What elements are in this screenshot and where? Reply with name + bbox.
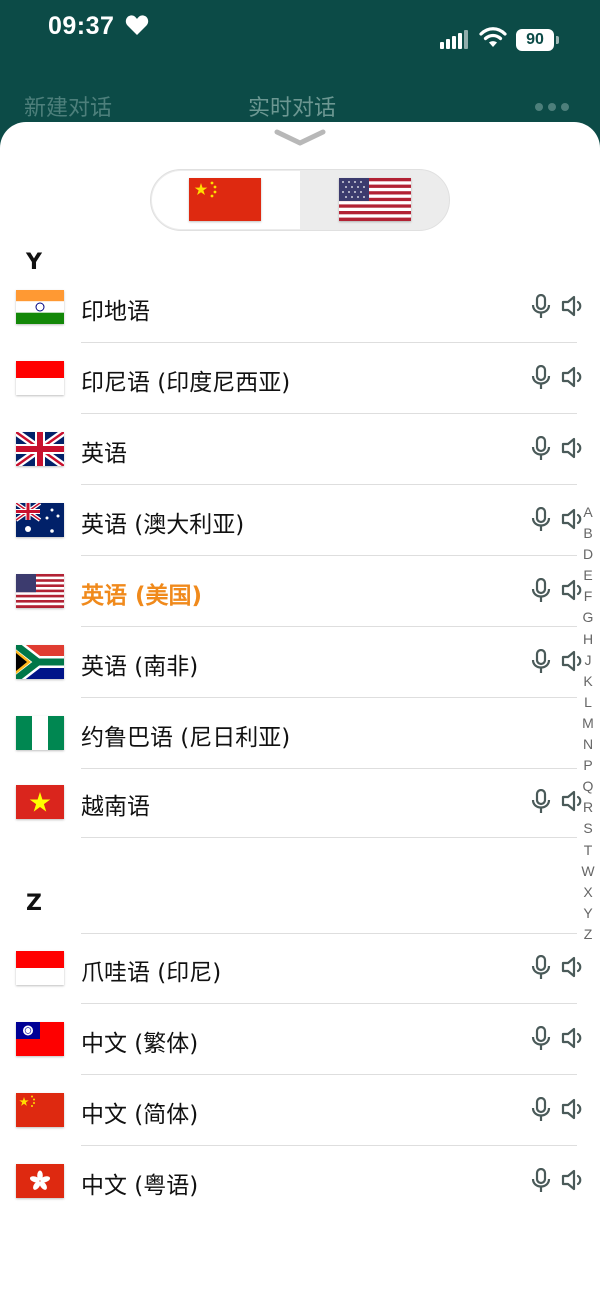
language-label: 越南语 [81, 794, 150, 820]
language-label-selected: 英语 (美国) [81, 583, 203, 609]
language-label: 中文 (粤语) [81, 1173, 199, 1199]
language-row-yoruba[interactable]: 约鲁巴语 (尼日利亚) [0, 698, 600, 768]
new-chat-tab[interactable]: 新建对话 [24, 90, 112, 122]
language-label: 印尼语 (印度尼西亚) [81, 370, 291, 396]
index-letter[interactable]: M [579, 713, 597, 734]
flag-australia-icon [16, 503, 64, 537]
index-letter[interactable]: S [579, 818, 597, 839]
index-letter[interactable]: F [579, 586, 597, 607]
row-divider [81, 837, 577, 838]
language-row-chinese-traditional[interactable]: 中文 (繁体) [0, 1004, 600, 1074]
language-label: 约鲁巴语 (尼日利亚) [81, 725, 291, 751]
speaker-icon[interactable] [561, 294, 585, 318]
language-label: 英语 (南非) [81, 654, 199, 680]
language-row-english[interactable]: 英语 [0, 414, 600, 484]
speaker-icon[interactable] [561, 1168, 585, 1192]
language-row-cantonese[interactable]: 中文 (粤语) [0, 1146, 600, 1216]
speaker-icon[interactable] [561, 1097, 585, 1121]
index-letter[interactable]: W [579, 861, 597, 882]
flag-usa-icon [339, 178, 411, 221]
live-chat-tab[interactable]: 实时对话 [248, 90, 336, 122]
index-letter[interactable]: J [579, 650, 597, 671]
speaker-icon[interactable] [561, 1026, 585, 1050]
alphabet-index[interactable]: A B D E F G H J K L M N P Q R S T W X Y … [579, 502, 597, 945]
index-letter[interactable]: Y [579, 903, 597, 924]
status-time: 09:37 [48, 12, 115, 40]
language-label: 英语 [81, 441, 127, 467]
microphone-icon[interactable] [530, 436, 552, 462]
microphone-icon[interactable] [530, 507, 552, 533]
index-letter[interactable]: D [579, 544, 597, 565]
flag-usa-icon [16, 574, 64, 608]
index-letter[interactable]: B [579, 523, 597, 544]
flag-taiwan-icon [16, 1022, 64, 1056]
language-label: 爪哇语 (印尼) [81, 960, 222, 986]
flag-vietnam-icon [16, 785, 64, 819]
microphone-icon[interactable] [530, 294, 552, 320]
microphone-icon[interactable] [530, 789, 552, 815]
heart-icon [125, 15, 149, 35]
wifi-icon [479, 27, 507, 47]
language-label: 英语 (澳大利亚) [81, 512, 245, 538]
index-letter[interactable]: Q [579, 776, 597, 797]
flag-india-icon [16, 290, 64, 324]
flag-hong-kong-icon [16, 1164, 64, 1198]
battery-tip [556, 36, 559, 44]
language-label: 印地语 [81, 299, 150, 325]
index-letter[interactable]: P [579, 755, 597, 776]
microphone-icon[interactable] [530, 578, 552, 604]
flag-south-africa-icon [16, 645, 64, 679]
language-row-english-south-africa[interactable]: 英语 (南非) [0, 627, 600, 697]
speaker-icon[interactable] [561, 365, 585, 389]
language-row-english-usa[interactable]: 英语 (美国) [0, 556, 600, 626]
index-letter[interactable]: L [579, 692, 597, 713]
battery-indicator: 90 [516, 29, 554, 51]
language-row-vietnamese[interactable]: 越南语 [0, 767, 600, 837]
microphone-icon[interactable] [530, 1026, 552, 1052]
flag-uk-icon [16, 432, 64, 466]
flag-china-icon [16, 1093, 64, 1127]
index-letter[interactable]: R [579, 797, 597, 818]
index-letter[interactable]: N [579, 734, 597, 755]
microphone-icon[interactable] [530, 955, 552, 981]
language-row-indonesian[interactable]: 印尼语 (印度尼西亚) [0, 343, 600, 413]
speaker-icon[interactable] [561, 436, 585, 460]
flag-china-icon [189, 178, 261, 221]
language-label: 中文 (简体) [81, 1102, 199, 1128]
flag-nigeria-icon [16, 716, 64, 750]
flag-indonesia-icon [16, 361, 64, 395]
section-header-z: Z [26, 891, 42, 916]
language-row-javanese[interactable]: 爪哇语 (印尼) [0, 933, 600, 1003]
index-letter[interactable]: X [579, 882, 597, 903]
index-letter[interactable]: E [579, 565, 597, 586]
language-label: 中文 (繁体) [81, 1031, 199, 1057]
index-letter[interactable]: Z [579, 924, 597, 945]
microphone-icon[interactable] [530, 365, 552, 391]
language-row-english-australia[interactable]: 英语 (澳大利亚) [0, 485, 600, 555]
speaker-icon[interactable] [561, 955, 585, 979]
language-row-chinese-simplified[interactable]: 中文 (简体) [0, 1075, 600, 1145]
index-letter[interactable]: K [579, 671, 597, 692]
flag-indonesia-icon [16, 951, 64, 985]
chevron-down-icon[interactable] [274, 129, 326, 147]
index-letter[interactable]: H [579, 629, 597, 650]
language-row-hindi[interactable]: 印地语 [0, 272, 600, 342]
index-letter[interactable]: A [579, 502, 597, 523]
index-letter[interactable]: T [579, 840, 597, 861]
microphone-icon[interactable] [530, 649, 552, 675]
microphone-icon[interactable] [530, 1168, 552, 1194]
microphone-icon[interactable] [530, 1097, 552, 1123]
cellular-signal-icon [440, 30, 468, 49]
index-letter[interactable]: G [579, 607, 597, 628]
more-options-icon[interactable] [534, 102, 570, 112]
